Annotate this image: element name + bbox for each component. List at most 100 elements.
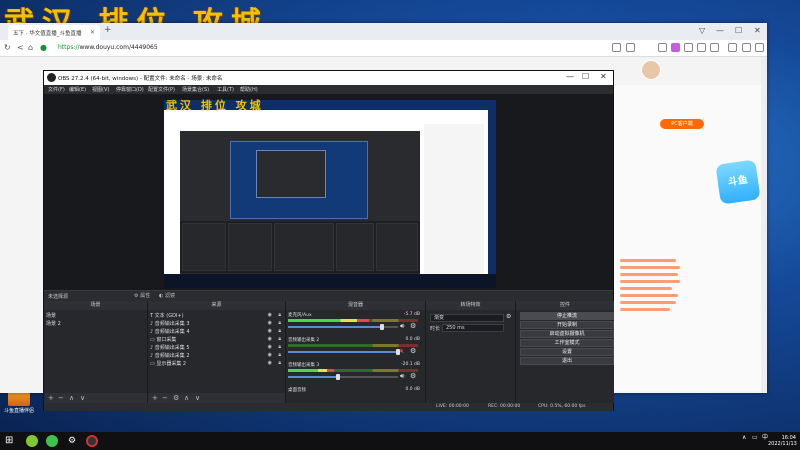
transition-settings-gear-icon[interactable]: ⚙ bbox=[506, 313, 511, 320]
visibility-eye-icon[interactable]: ◉ bbox=[268, 320, 272, 326]
move-down-icon[interactable]: ∨ bbox=[80, 394, 85, 402]
new-tab-icon[interactable]: + bbox=[104, 25, 112, 35]
channel-settings-gear-icon[interactable]: ⚙ bbox=[410, 347, 416, 355]
duration-input[interactable]: 250 ms bbox=[442, 324, 504, 332]
menu-view[interactable]: 视图(V) bbox=[92, 86, 109, 93]
channel-db: 0.0 dB bbox=[405, 337, 420, 342]
speaker-icon[interactable]: 🔊︎ bbox=[400, 322, 404, 331]
menu-profile[interactable]: 配置文件(P) bbox=[148, 86, 175, 93]
tab-title: 五下 · 华文值直播_斗鱼直播 bbox=[13, 31, 82, 37]
scene-item[interactable]: 场景 2 bbox=[46, 320, 146, 328]
channel-settings-gear-icon[interactable]: ⚙ bbox=[410, 372, 416, 380]
maximize-icon[interactable]: ☐ bbox=[735, 26, 742, 35]
studio-mode-button[interactable]: 工作室模式 bbox=[520, 339, 614, 347]
bookmark-icon[interactable] bbox=[658, 43, 667, 52]
settings-button[interactable]: 设置 bbox=[520, 348, 614, 356]
move-down-icon[interactable]: ∨ bbox=[195, 394, 200, 402]
exit-button[interactable]: 退出 bbox=[520, 357, 614, 365]
visibility-eye-icon[interactable]: ◉ bbox=[268, 352, 272, 358]
obs-maximize-icon[interactable]: ☐ bbox=[582, 72, 589, 81]
home-icon[interactable]: ⌂ bbox=[28, 43, 33, 52]
remove-source-icon[interactable]: − bbox=[162, 394, 168, 402]
download-icon[interactable] bbox=[728, 43, 737, 52]
reload-icon[interactable]: ↻ bbox=[4, 43, 11, 52]
source-item[interactable]: ▭ 显示器采集 2 ◉ 🔒︎ bbox=[150, 360, 284, 368]
obs-close-icon[interactable]: ✕ bbox=[600, 72, 607, 81]
visibility-eye-icon[interactable]: ◉ bbox=[268, 328, 272, 334]
speaker-icon[interactable]: 🔊︎ bbox=[400, 372, 404, 381]
source-item[interactable]: ♪ 音频输出采集 4 ◉ 🔒︎ bbox=[150, 328, 284, 336]
menu-tools[interactable]: 工具(T) bbox=[217, 86, 234, 93]
obs-taskbar-icon[interactable] bbox=[86, 435, 98, 447]
extension-icon-5[interactable] bbox=[697, 43, 706, 52]
source-properties-icon[interactable]: ⚙ bbox=[173, 394, 179, 402]
source-item[interactable]: ♪ 音频输出采集 2 ◉ 🔒︎ bbox=[150, 352, 284, 360]
scene-item[interactable]: 场景 bbox=[46, 312, 146, 320]
lock-icon[interactable]: 🔒︎ bbox=[278, 320, 281, 326]
menu-docks[interactable]: 停靠窗口(D) bbox=[116, 86, 144, 93]
extension-icon-3[interactable] bbox=[671, 43, 680, 52]
menu-file[interactable]: 文件(F) bbox=[48, 86, 65, 93]
filters-button[interactable]: ◐ 滤镜 bbox=[159, 292, 175, 299]
minimize-icon[interactable]: — bbox=[716, 26, 724, 35]
lock-icon[interactable]: 🔒︎ bbox=[278, 344, 281, 350]
transition-type-select[interactable]: 渐变 bbox=[430, 314, 504, 322]
lock-icon[interactable]: 🔒︎ bbox=[278, 336, 281, 342]
app-taskbar-icon[interactable] bbox=[26, 435, 38, 447]
tray-up-arrow-icon[interactable]: ∧ bbox=[742, 435, 746, 441]
remove-scene-icon[interactable]: − bbox=[58, 394, 64, 402]
visibility-eye-icon[interactable]: ◉ bbox=[268, 336, 272, 342]
settings-gear-icon[interactable]: ⚙ bbox=[66, 435, 78, 447]
source-item[interactable]: ♪ 音频输出采集 3 ◉ 🔒︎ bbox=[150, 320, 284, 328]
windows-start-icon[interactable]: ⊞ bbox=[5, 435, 17, 447]
account-icon[interactable] bbox=[742, 43, 751, 52]
lock-icon[interactable]: 🔒︎ bbox=[278, 352, 281, 358]
source-item[interactable]: T 文本 (GDI+) ◉ 🔒︎ bbox=[150, 312, 284, 320]
menu-edit[interactable]: 编辑(E) bbox=[69, 86, 86, 93]
network-icon[interactable]: ▭ bbox=[752, 435, 758, 441]
menu-icon[interactable] bbox=[755, 43, 764, 52]
properties-button[interactable]: ⚙ 属性 bbox=[134, 292, 150, 299]
start-virtual-camera-button[interactable]: 启动虚拟摄像机 bbox=[520, 330, 614, 338]
menu-help[interactable]: 帮助(H) bbox=[240, 86, 258, 93]
pin-icon[interactable]: ▽ bbox=[699, 26, 705, 35]
desktop-icon-douyu[interactable]: 斗鱼直播伴侣 bbox=[2, 390, 36, 414]
tab-close-icon[interactable]: ✕ bbox=[90, 29, 95, 36]
visibility-eye-icon[interactable]: ◉ bbox=[268, 344, 272, 350]
lock-icon[interactable]: 🔒︎ bbox=[278, 312, 281, 318]
move-up-icon[interactable]: ∧ bbox=[69, 394, 74, 402]
close-icon[interactable]: ✕ bbox=[754, 26, 761, 35]
source-item[interactable]: ▭ 窗口采集 ◉ 🔒︎ bbox=[150, 336, 284, 344]
user-avatar[interactable] bbox=[641, 60, 661, 80]
extension-icon-6[interactable] bbox=[710, 43, 719, 52]
visibility-eye-icon[interactable]: ◉ bbox=[268, 360, 272, 366]
move-up-icon[interactable]: ∧ bbox=[184, 394, 189, 402]
add-source-icon[interactable]: + bbox=[152, 394, 158, 402]
visibility-eye-icon[interactable]: ◉ bbox=[268, 312, 272, 318]
muted-speaker-icon[interactable]: 🔇︎ bbox=[400, 347, 404, 356]
url-input[interactable]: https://www.douyu.com/4449065 bbox=[58, 44, 158, 51]
pc-client-button[interactable]: PC客户端 bbox=[660, 119, 704, 129]
lock-icon[interactable]: 🔒︎ bbox=[278, 360, 281, 366]
extension-icon-2[interactable] bbox=[626, 43, 635, 52]
volume-slider-knob[interactable] bbox=[379, 324, 384, 330]
back-icon[interactable]: < bbox=[17, 43, 24, 52]
start-recording-button[interactable]: 开始录制 bbox=[520, 321, 614, 329]
page-scrollbar[interactable] bbox=[761, 57, 767, 393]
add-scene-icon[interactable]: + bbox=[48, 394, 54, 402]
source-item[interactable]: ♪ 音频输出采集 5 ◉ 🔒︎ bbox=[150, 344, 284, 352]
stop-streaming-button[interactable]: 停止推流 bbox=[520, 312, 614, 320]
extension-icon-4[interactable] bbox=[684, 43, 693, 52]
chat-message bbox=[620, 273, 678, 276]
clock[interactable]: 16:04 2022/11/13 bbox=[768, 435, 797, 447]
menu-scene-collection[interactable]: 场景集合(S) bbox=[182, 86, 209, 93]
browser-tab[interactable]: 五下 · 华文值直播_斗鱼直播 bbox=[8, 25, 100, 40]
obs-preview[interactable]: 武汉 排位 攻城 bbox=[44, 94, 613, 290]
lock-icon[interactable]: 🔒︎ bbox=[278, 328, 281, 334]
obs-minimize-icon[interactable]: — bbox=[566, 72, 574, 81]
volume-slider-knob[interactable] bbox=[335, 374, 340, 380]
browser-taskbar-icon[interactable] bbox=[46, 435, 58, 447]
extension-icon[interactable] bbox=[612, 43, 621, 52]
channel-settings-gear-icon[interactable]: ⚙ bbox=[410, 322, 416, 330]
audio-source-icon: ♪ bbox=[150, 321, 154, 327]
